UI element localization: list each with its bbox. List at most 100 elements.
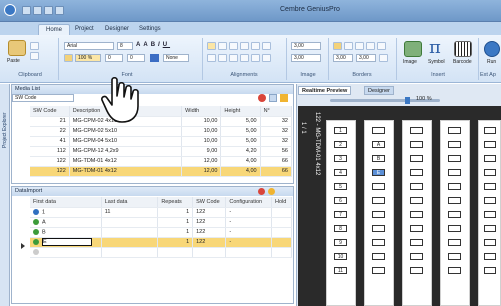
label-cell[interactable]	[372, 225, 385, 232]
last-data-value[interactable]	[101, 237, 159, 248]
mirror-vertical-button[interactable]	[240, 54, 249, 62]
label-cell[interactable]	[484, 141, 496, 148]
label-cell[interactable]	[410, 211, 423, 218]
filter-icon[interactable]	[280, 94, 288, 102]
hold-checkbox[interactable]	[271, 227, 292, 238]
border-button-5[interactable]	[377, 42, 386, 50]
label-cell[interactable]	[448, 127, 461, 134]
border-button-1[interactable]	[333, 42, 342, 50]
table-cell[interactable]	[192, 247, 227, 258]
label-cell[interactable]: B	[372, 155, 385, 162]
column-header[interactable]: Height	[220, 106, 261, 117]
label-cell[interactable]	[448, 197, 461, 204]
column-header[interactable]: First data	[30, 197, 102, 208]
label-cell[interactable]	[372, 253, 385, 260]
media-list-filter[interactable]: SW Code	[12, 94, 74, 102]
font-size-select[interactable]: 8	[117, 42, 133, 50]
settings-icon[interactable]	[268, 188, 275, 195]
label-cell[interactable]: 8	[334, 225, 347, 232]
table-cell[interactable]	[157, 247, 194, 258]
sw-code-select[interactable]: 122	[192, 207, 227, 218]
column-header[interactable]: SW Code	[30, 106, 70, 117]
shrink-font-icon[interactable]: A	[143, 42, 150, 48]
label-cell[interactable]	[448, 141, 461, 148]
configuration-select[interactable]: -	[225, 227, 273, 238]
repeats-value[interactable]: 1	[157, 207, 194, 218]
label-cell[interactable]	[410, 225, 423, 232]
table-cell[interactable]	[225, 247, 273, 258]
table-cell[interactable]: A	[30, 217, 102, 228]
border-color-button[interactable]	[379, 54, 388, 62]
fill-color-select[interactable]: None	[163, 54, 189, 62]
label-cell[interactable]	[484, 253, 496, 260]
tab-designer-view[interactable]: Designer	[364, 86, 395, 95]
table-row[interactable]: 41 MG-CPM-04 5x10 10,00 5,00 32	[30, 136, 293, 147]
label-cell[interactable]: 9	[334, 239, 347, 246]
label-cell[interactable]	[372, 127, 385, 134]
align-bottom-button[interactable]	[262, 42, 271, 50]
table-row[interactable]: 22 MG-CPM-02 5x10 10,00 5,00 32	[30, 126, 293, 137]
close-icon[interactable]	[258, 188, 265, 195]
rotate-left-button[interactable]	[64, 54, 73, 62]
image-height-field[interactable]: 3,00	[291, 54, 321, 62]
border-spacing-field[interactable]: 3,00	[356, 54, 376, 62]
label-cell[interactable]	[410, 141, 423, 148]
table-cell[interactable]: B	[30, 227, 102, 238]
align-middle-button[interactable]	[251, 42, 260, 50]
align-left-button[interactable]	[207, 42, 216, 50]
label-cell[interactable]	[410, 183, 423, 190]
image-width-field[interactable]: 3,00	[291, 42, 321, 50]
repeats-value[interactable]: 1	[157, 227, 194, 238]
last-data-value[interactable]	[101, 217, 159, 228]
table-cell[interactable]: 1	[30, 207, 102, 218]
column-header[interactable]: Hold	[271, 197, 292, 208]
table-row-selected[interactable]: 122 MG-TDM-01 4x12 12,00 4,00 66	[30, 166, 293, 177]
repeats-value[interactable]: 1	[157, 237, 194, 248]
label-cell[interactable]	[372, 267, 385, 274]
label-cell[interactable]	[372, 211, 385, 218]
border-width-field[interactable]: 3,00	[333, 54, 353, 62]
label-cell[interactable]: 3	[334, 155, 347, 162]
run-icon[interactable]	[484, 41, 500, 57]
mirror-horizontal-button[interactable]	[229, 54, 238, 62]
table-row-new[interactable]	[30, 247, 292, 258]
zoom-slider-thumb[interactable]	[405, 97, 410, 104]
label-cell[interactable]: 10	[334, 253, 347, 260]
column-header[interactable]: Last data	[101, 197, 159, 208]
label-cell[interactable]: 7	[334, 211, 347, 218]
copy-button[interactable]	[30, 52, 39, 60]
label-cell[interactable]	[410, 253, 423, 260]
tab-realtime-preview[interactable]: Realtime Preview	[298, 86, 352, 95]
label-cell[interactable]: 4	[334, 169, 347, 176]
label-cell[interactable]	[484, 267, 496, 274]
column-header[interactable]: Width	[181, 106, 222, 117]
spacing-field-2[interactable]: 0	[127, 54, 145, 62]
label-cell[interactable]	[410, 197, 423, 204]
hold-checkbox[interactable]	[271, 207, 292, 218]
label-cell[interactable]: 6	[334, 197, 347, 204]
sw-code-select[interactable]: 122	[192, 227, 227, 238]
label-cell[interactable]	[372, 183, 385, 190]
label-cell[interactable]	[448, 253, 461, 260]
image-icon[interactable]	[404, 41, 422, 57]
repeats-value[interactable]: 1	[157, 217, 194, 228]
label-cell[interactable]	[484, 183, 496, 190]
app-logo-icon[interactable]	[4, 4, 16, 16]
label-cell[interactable]	[484, 225, 496, 232]
label-cell[interactable]	[410, 239, 423, 246]
label-cell[interactable]	[372, 239, 385, 246]
label-cell[interactable]: 2	[334, 141, 347, 148]
sw-code-select[interactable]: 122	[192, 217, 227, 228]
label-cell[interactable]	[448, 183, 461, 190]
configuration-select[interactable]: -	[225, 237, 273, 248]
table-row[interactable]: 112 MG-CPM-12 4,2x9 9,00 4,20 56	[30, 146, 293, 157]
paste-icon[interactable]	[8, 40, 26, 56]
label-cell[interactable]: 11	[334, 267, 347, 274]
label-cell[interactable]: A	[372, 141, 385, 148]
print-icon[interactable]	[55, 6, 64, 15]
last-data-value[interactable]	[101, 227, 159, 238]
hold-checkbox[interactable]	[271, 217, 292, 228]
table-row[interactable]: A 1 122 -	[30, 217, 292, 228]
table-row[interactable]: 122 MG-TDM-01 4x12 12,00 4,00 66	[30, 156, 293, 167]
label-cell[interactable]	[484, 169, 496, 176]
